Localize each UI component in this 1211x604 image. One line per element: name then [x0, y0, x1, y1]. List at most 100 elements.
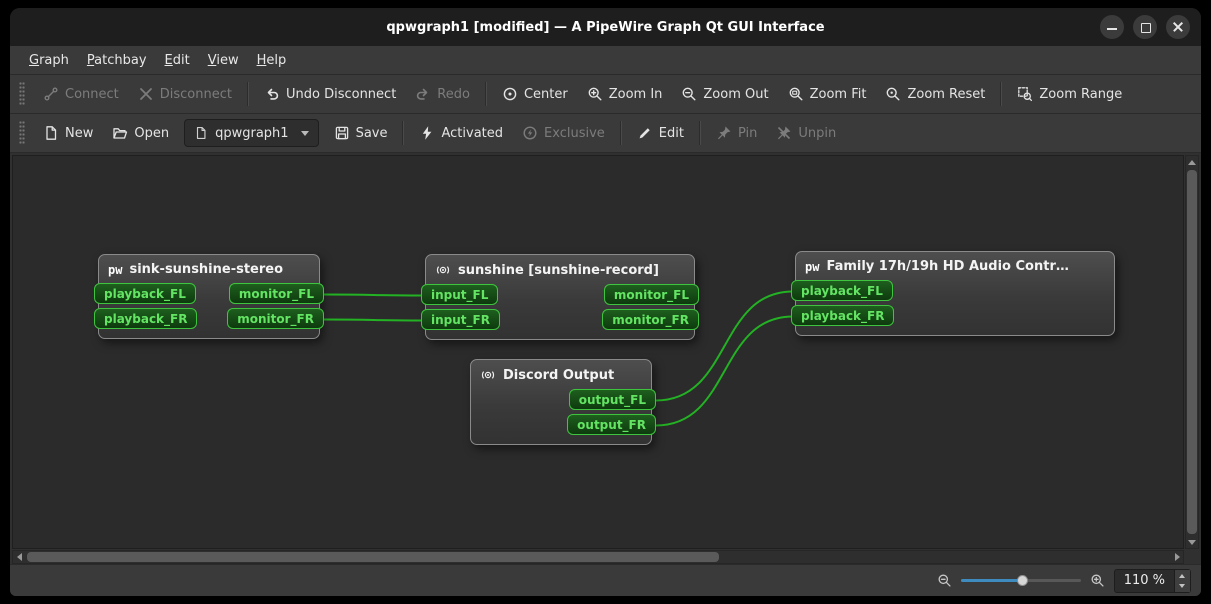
horizontal-scroll-thumb[interactable]	[27, 552, 719, 562]
titlebar[interactable]: qpwgraph1 [modified] — A PipeWire Graph …	[10, 8, 1201, 46]
toolbar-separator	[484, 82, 487, 106]
unpin-icon	[778, 126, 791, 140]
pin-label: Pin	[737, 125, 758, 141]
center-button[interactable]: Center	[493, 79, 577, 109]
scroll-up-button[interactable]	[1186, 156, 1198, 168]
arrow-down-icon	[1188, 540, 1196, 545]
graph-canvas[interactable]: pw sink-sunshine-stereo playback_FL moni…	[12, 155, 1184, 549]
node-title-text: Discord Output	[503, 367, 615, 383]
save-button[interactable]: Save	[325, 118, 397, 148]
edit-button[interactable]: Edit	[628, 118, 693, 148]
port-output-fr[interactable]: output_FR	[567, 414, 656, 435]
menu-view[interactable]: View	[199, 49, 248, 72]
zoom-reset-button[interactable]: Zoom Reset	[876, 79, 994, 109]
port-row: input_FR monitor_FR	[421, 309, 699, 330]
zoom-in-label: Zoom In	[608, 86, 663, 102]
redo-button[interactable]: Redo	[406, 79, 479, 109]
pin-button[interactable]: Pin	[707, 118, 766, 148]
spin-up-button[interactable]	[1175, 569, 1190, 581]
port-playback-fr[interactable]: playback_FR	[791, 305, 895, 326]
port-monitor-fr[interactable]: monitor_FR	[602, 309, 699, 330]
maximize-button[interactable]	[1133, 15, 1157, 39]
unpin-button[interactable]: Unpin	[767, 118, 845, 148]
pipewire-icon: pw	[108, 262, 123, 277]
record-icon	[436, 266, 450, 274]
zoom-slider-knob[interactable]	[1016, 575, 1028, 586]
patchbay-file-combo[interactable]: qpwgraph1	[184, 119, 319, 147]
center-label: Center	[523, 86, 568, 102]
toolbar-main-handle[interactable]	[19, 82, 25, 106]
zoom-in-small-icon[interactable]	[1090, 573, 1105, 588]
zoom-range-button[interactable]: Zoom Range	[1008, 79, 1131, 109]
node-sink-sunshine-stereo[interactable]: pw sink-sunshine-stereo playback_FL moni…	[94, 254, 324, 339]
minimize-button[interactable]	[1100, 15, 1124, 39]
connect-icon	[44, 87, 58, 101]
workarea: pw sink-sunshine-stereo playback_FL moni…	[12, 155, 1199, 564]
arrow-left-icon	[17, 553, 22, 561]
scroll-down-button[interactable]	[1186, 536, 1198, 548]
connection-wires	[323, 290, 794, 427]
node-title-text: sink-sunshine-stereo	[129, 262, 284, 277]
toolbar-separator	[402, 121, 405, 145]
zoom-out-button[interactable]: Zoom Out	[672, 79, 777, 109]
undo-disconnect-button[interactable]: Undo Disconnect	[255, 79, 405, 109]
zoom-reset-label: Zoom Reset	[907, 86, 986, 102]
node-sunshine[interactable]: sunshine [sunshine-record] input_FL moni…	[421, 254, 699, 340]
port-monitor-fl[interactable]: monitor_FL	[228, 283, 324, 304]
zoom-in-button[interactable]: Zoom In	[578, 79, 672, 109]
close-button[interactable]	[1166, 15, 1190, 39]
activated-button[interactable]: Activated	[410, 118, 512, 148]
unpin-label: Unpin	[798, 125, 837, 141]
port-monitor-fr[interactable]: monitor_FR	[227, 308, 324, 329]
node-discord-output[interactable]: Discord Output output_FL output_FR	[470, 359, 656, 445]
connect-button[interactable]: Connect	[34, 79, 128, 109]
horizontal-scrollbar[interactable]	[12, 550, 1184, 564]
scroll-left-button[interactable]	[13, 551, 25, 563]
menubar: Graph Patchbay Edit View Help	[10, 46, 1201, 75]
vertical-scrollbar[interactable]	[1185, 155, 1199, 549]
scrollbar-corner	[1185, 550, 1199, 564]
zoom-value[interactable]: 110 %	[1115, 570, 1174, 592]
statusbar: 110 %	[10, 564, 1201, 596]
port-output-fl[interactable]: output_FL	[568, 389, 656, 410]
disconnect-button[interactable]: Disconnect	[129, 79, 241, 109]
menu-graph[interactable]: Graph	[20, 49, 78, 72]
scroll-right-button[interactable]	[1171, 551, 1183, 563]
edit-pencil-icon	[639, 128, 650, 139]
zoom-range-icon	[1018, 87, 1033, 102]
zoom-reset-icon	[887, 87, 900, 101]
exclusive-label: Exclusive	[544, 125, 605, 141]
node-family-hd-audio[interactable]: pw Family 17h/19h HD Audio Contr… playba…	[791, 251, 1115, 336]
port-playback-fr[interactable]: playback_FR	[94, 308, 198, 329]
zoom-slider[interactable]	[960, 572, 1081, 589]
undo-icon	[267, 88, 279, 100]
spin-down-button[interactable]	[1175, 580, 1190, 592]
exclusive-icon	[523, 126, 537, 140]
menu-edit[interactable]: Edit	[156, 49, 199, 72]
zoom-fit-button[interactable]: Zoom Fit	[779, 79, 876, 109]
menu-patchbay[interactable]: Patchbay	[78, 49, 156, 72]
redo-icon	[417, 88, 428, 100]
zoom-spinbox[interactable]: 110 %	[1113, 568, 1191, 593]
new-label: New	[65, 125, 94, 141]
combo-dropdown-icon	[300, 130, 309, 136]
spin-arrows	[1174, 569, 1190, 592]
port-playback-fl[interactable]: playback_FL	[791, 280, 893, 301]
zoom-out-small-icon[interactable]	[937, 573, 952, 588]
window-title: qpwgraph1 [modified] — A PipeWire Graph …	[386, 19, 825, 35]
app-window: qpwgraph1 [modified] — A PipeWire Graph …	[10, 8, 1201, 596]
open-button[interactable]: Open	[103, 118, 178, 148]
toolbar-file-handle[interactable]	[19, 121, 25, 145]
activated-label: Activated	[441, 125, 504, 141]
zoom-in-icon	[588, 87, 602, 101]
port-row: playback_FR	[791, 305, 1119, 326]
new-button[interactable]: New	[34, 118, 102, 148]
exclusive-button[interactable]: Exclusive	[513, 118, 614, 148]
activated-icon	[423, 126, 432, 140]
port-playback-fl[interactable]: playback_FL	[94, 283, 196, 304]
port-input-fr[interactable]: input_FR	[421, 309, 500, 330]
menu-help[interactable]: Help	[248, 49, 296, 72]
port-input-fl[interactable]: input_FL	[421, 284, 499, 305]
port-monitor-fl[interactable]: monitor_FL	[603, 284, 699, 305]
vertical-scroll-thumb[interactable]	[1187, 170, 1197, 534]
